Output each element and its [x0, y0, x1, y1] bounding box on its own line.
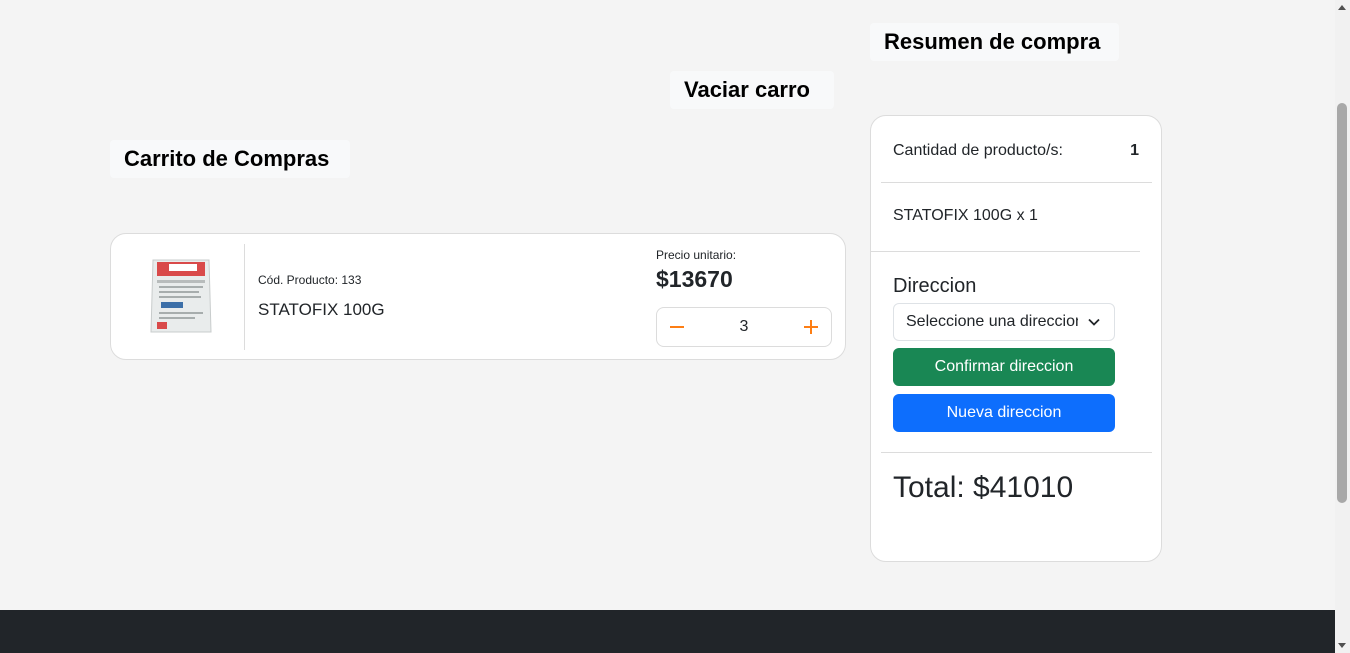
unit-price-label: Precio unitario: [656, 248, 737, 262]
product-code: Cód. Producto: 133 [258, 273, 362, 287]
increase-quantity-button[interactable] [791, 308, 831, 346]
confirm-address-button[interactable]: Confirmar direccion [893, 348, 1115, 386]
minus-icon [670, 326, 684, 328]
empty-cart-button[interactable]: Vaciar carro [670, 71, 834, 109]
address-select-value: Seleccione una direccion [906, 313, 1078, 330]
divider [881, 182, 1152, 183]
new-address-button[interactable]: Nueva direccion [893, 394, 1115, 432]
divider [881, 452, 1152, 453]
cart-item: Cód. Producto: 133 STATOFIX 100G Precio … [110, 233, 846, 360]
cart-title: Carrito de Compras [110, 140, 350, 178]
vertical-scrollbar[interactable] [1335, 0, 1350, 653]
quantity-value[interactable]: 3 [697, 308, 791, 346]
summary-title: Resumen de compra [870, 23, 1119, 61]
plus-icon [804, 320, 818, 334]
decrease-quantity-button[interactable] [657, 308, 697, 346]
product-name: STATOFIX 100G [258, 300, 385, 319]
address-label: Direccion [893, 275, 977, 297]
product-image [149, 254, 213, 338]
address-select[interactable]: Seleccione una direccion [893, 303, 1115, 341]
scrollbar-thumb[interactable] [1337, 103, 1347, 503]
scroll-up-arrow-icon[interactable] [1338, 5, 1346, 10]
quantity-stepper: 3 [656, 307, 832, 347]
footer [0, 610, 1335, 653]
scroll-down-arrow-icon[interactable] [1338, 643, 1346, 648]
product-count-label: Cantidad de producto/s: [893, 142, 1063, 159]
order-summary: Cantidad de producto/s: 1 STATOFIX 100G … [870, 115, 1162, 562]
product-count-value: 1 [1130, 142, 1139, 159]
divider [244, 244, 245, 350]
unit-price: $13670 [656, 266, 733, 292]
divider [871, 251, 1140, 252]
summary-item: STATOFIX 100G x 1 [893, 207, 1038, 224]
order-total: Total: $41010 [893, 471, 1074, 504]
chevron-down-icon [1088, 318, 1100, 326]
